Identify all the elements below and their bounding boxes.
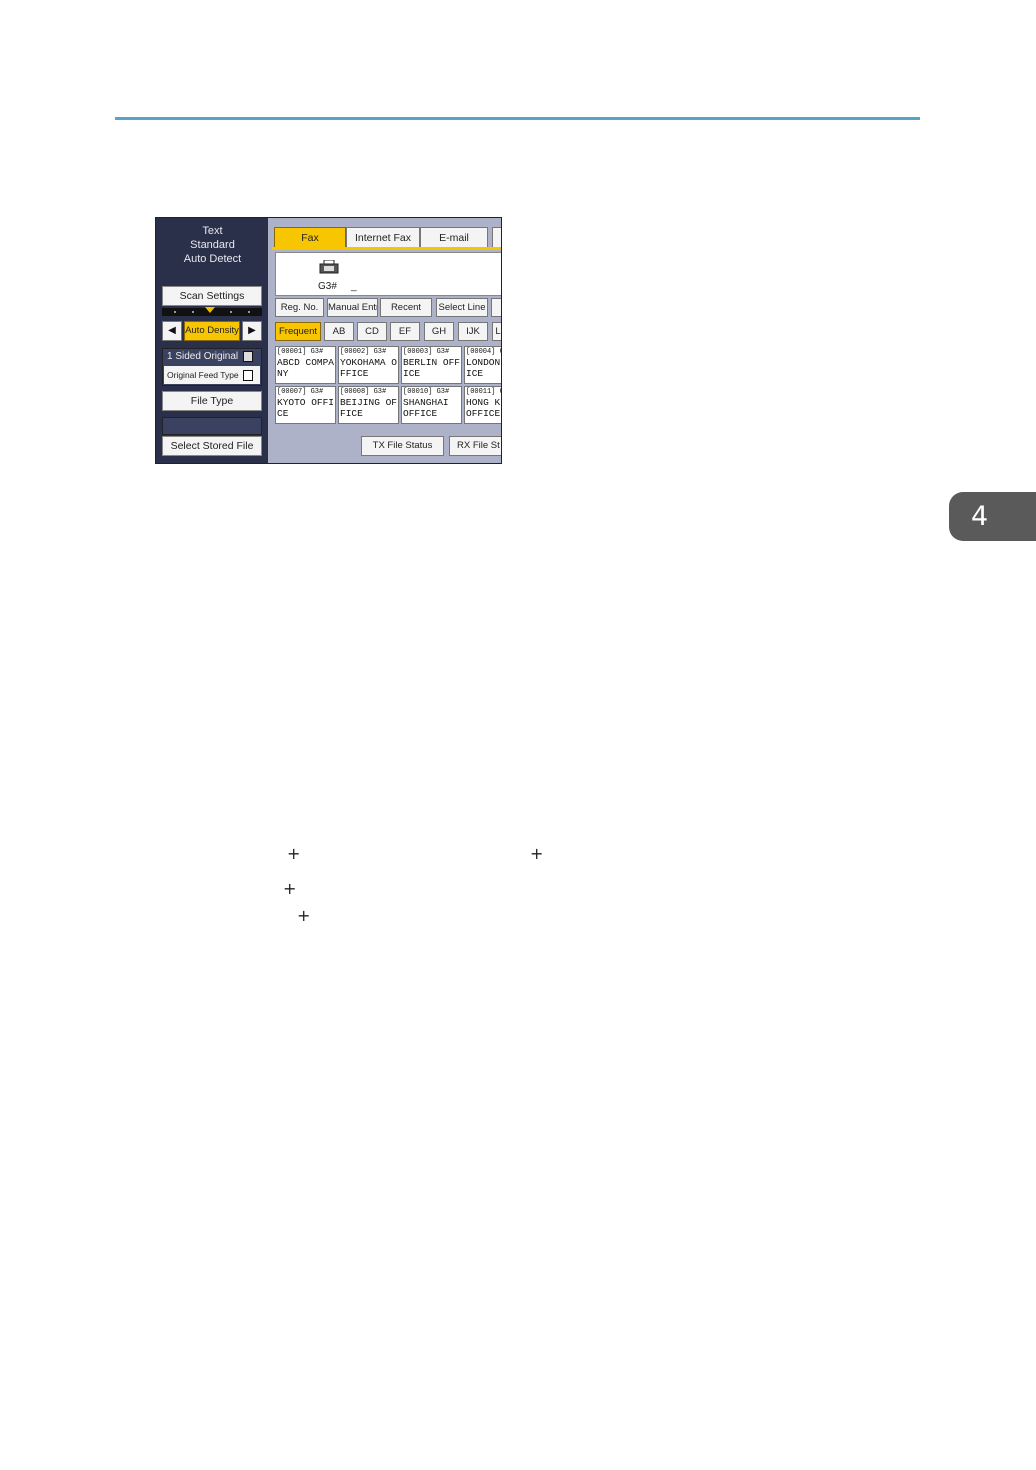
plus-sign: + bbox=[297, 906, 311, 925]
density-marker-icon bbox=[205, 307, 215, 313]
plus-sign: + bbox=[283, 879, 297, 898]
index-gh[interactable]: GH bbox=[424, 322, 454, 341]
select-line-button[interactable]: Select Line bbox=[436, 298, 488, 317]
header-rule bbox=[115, 117, 920, 120]
chapter-tab: 4 bbox=[949, 492, 1036, 541]
blank-slot bbox=[162, 417, 262, 435]
index-l[interactable]: L bbox=[492, 322, 501, 341]
entry-id: [00008] G3# bbox=[340, 388, 387, 396]
info-line-resolution: Standard bbox=[190, 239, 235, 251]
plus-sign: + bbox=[287, 844, 301, 863]
reg-no-button[interactable]: Reg. No. bbox=[275, 298, 324, 317]
entry-id: [00001] G3# bbox=[277, 348, 324, 356]
select-stored-file-button[interactable]: Select Stored File bbox=[162, 436, 262, 456]
tab-internet-fax[interactable]: Internet Fax bbox=[346, 227, 420, 248]
chapter-number: 4 bbox=[971, 501, 989, 532]
sided-original-icon bbox=[242, 351, 253, 362]
entry-id: [00007] G3# bbox=[277, 388, 324, 396]
index-ijk[interactable]: IJK bbox=[458, 322, 488, 341]
info-line-size: Auto Detect bbox=[183, 253, 242, 265]
plus-sign: + bbox=[530, 844, 544, 863]
entry-name: KYOTO OFFI CE bbox=[277, 397, 335, 419]
density-row: ◀ Auto Density ▶ bbox=[162, 321, 262, 341]
original-feed-type-label: Original Feed Type bbox=[167, 370, 239, 380]
tx-file-status-button[interactable]: TX File Status bbox=[361, 436, 444, 456]
index-ab[interactable]: AB bbox=[324, 322, 354, 341]
density-scale bbox=[162, 307, 262, 316]
entry-name: YOKOHAMA O FFICE bbox=[340, 357, 398, 379]
entry-id: [00011] G bbox=[466, 388, 502, 396]
entry-name: BERLIN OFF ICE bbox=[403, 357, 461, 379]
entry-id: [00002] G3# bbox=[340, 348, 387, 356]
index-ef[interactable]: EF bbox=[390, 322, 420, 341]
original-settings[interactable]: 1 Sided Original Original Feed Type bbox=[162, 348, 262, 386]
feed-type-icon bbox=[243, 370, 254, 382]
scan-settings-button[interactable]: Scan Settings bbox=[162, 286, 262, 306]
destination-entry[interactable]: [00002] G3# YOKOHAMA O FFICE bbox=[338, 346, 399, 384]
tab-fax[interactable]: Fax bbox=[274, 227, 346, 248]
destination-entry[interactable]: [00010] G3# SHANGHAI OFFICE bbox=[401, 386, 462, 424]
tab-more[interactable] bbox=[492, 227, 501, 248]
destination-field[interactable] bbox=[275, 252, 501, 296]
auto-density-button[interactable]: Auto Density bbox=[184, 321, 240, 341]
entry-id: [00004] G bbox=[466, 348, 502, 356]
entry-id: [00003] G3# bbox=[403, 348, 450, 356]
entry-name: BEIJING OF FICE bbox=[340, 397, 398, 419]
scan-info: Text Standard Auto Detect bbox=[162, 224, 263, 286]
input-cursor: _ bbox=[351, 281, 357, 292]
original-sides-label: 1 Sided Original bbox=[167, 351, 239, 363]
entry-name: SHANGHAI OFFICE bbox=[403, 397, 449, 419]
entry-id: [00010] G3# bbox=[403, 388, 450, 396]
line-label: G3# bbox=[318, 281, 337, 292]
manual-entry-button[interactable]: Manual Entry bbox=[327, 298, 378, 317]
rx-file-status-button[interactable]: RX File St bbox=[449, 436, 501, 456]
destination-entry[interactable]: [00008] G3# BEIJING OF FICE bbox=[338, 386, 399, 424]
destination-entry[interactable]: [00011] G HONG K OFFICE bbox=[464, 386, 502, 424]
tab-email[interactable]: E-mail bbox=[420, 227, 488, 248]
density-darker-button[interactable]: ▶ bbox=[242, 321, 262, 341]
index-cd[interactable]: CD bbox=[357, 322, 387, 341]
entry-name: HONG K OFFICE bbox=[466, 397, 501, 419]
info-line-text: Text bbox=[202, 225, 223, 237]
file-type-button[interactable]: File Type bbox=[162, 391, 262, 411]
entry-name: LONDON ICE bbox=[466, 357, 501, 379]
fax-screen: Text Standard Auto Detect Scan Settings … bbox=[155, 217, 502, 464]
destination-entry[interactable]: [00001] G3# ABCD COMPA NY bbox=[275, 346, 336, 384]
index-frequent[interactable]: Frequent bbox=[275, 322, 321, 341]
overflow-button[interactable] bbox=[491, 298, 501, 317]
entry-name: ABCD COMPA NY bbox=[277, 357, 335, 379]
tab-underline bbox=[272, 247, 501, 250]
recent-button[interactable]: Recent bbox=[380, 298, 432, 317]
destination-entry[interactable]: [00004] G LONDON ICE bbox=[464, 346, 502, 384]
density-lighter-button[interactable]: ◀ bbox=[162, 321, 182, 341]
destination-entry[interactable]: [00007] G3# KYOTO OFFI CE bbox=[275, 386, 336, 424]
destination-entry[interactable]: [00003] G3# BERLIN OFF ICE bbox=[401, 346, 462, 384]
fax-machine-icon bbox=[319, 260, 339, 274]
